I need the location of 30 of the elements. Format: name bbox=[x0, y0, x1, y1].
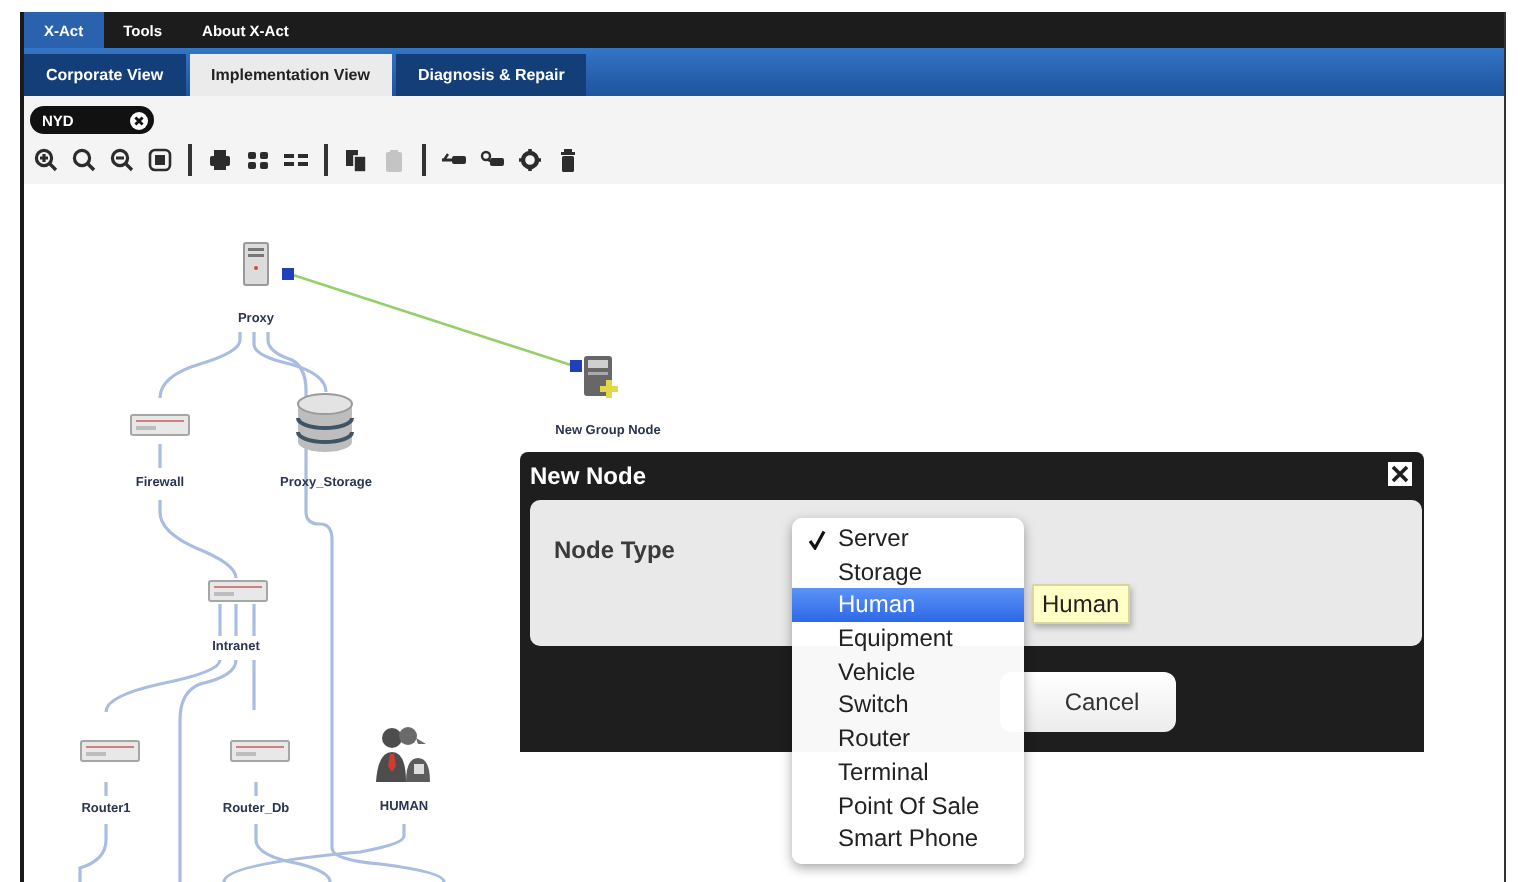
dropdown-option[interactable]: Terminal bbox=[792, 755, 1024, 789]
node-link-icon[interactable] bbox=[480, 148, 504, 172]
zoom-out-icon[interactable] bbox=[110, 148, 134, 172]
dropdown-option[interactable]: Point Of Sale bbox=[792, 789, 1024, 823]
people-icon[interactable] bbox=[376, 726, 430, 782]
fit-icon[interactable] bbox=[148, 148, 172, 172]
zoom-in-icon[interactable] bbox=[34, 148, 58, 172]
server-plus-icon[interactable] bbox=[584, 356, 620, 404]
close-icon[interactable] bbox=[130, 111, 148, 129]
dropdown-option[interactable]: Server bbox=[792, 522, 1024, 556]
list-icon[interactable] bbox=[284, 148, 308, 172]
dropdown-option[interactable]: Human bbox=[792, 588, 1024, 623]
dropdown-option[interactable]: Equipment bbox=[792, 622, 1024, 656]
tooltip: Human bbox=[1032, 584, 1130, 624]
tab[interactable]: Diagnosis & Repair bbox=[395, 54, 587, 96]
copy-icon[interactable] bbox=[344, 148, 368, 172]
dialog-title: New Node bbox=[530, 460, 647, 494]
field-label: Node Type bbox=[554, 536, 675, 564]
trash-icon[interactable] bbox=[556, 148, 580, 172]
settings-icon[interactable] bbox=[518, 148, 542, 172]
print-icon[interactable] bbox=[208, 148, 232, 172]
tab[interactable]: Corporate View bbox=[24, 54, 186, 96]
search-icon[interactable] bbox=[72, 148, 96, 172]
tab[interactable]: Implementation View bbox=[189, 54, 392, 96]
dropdown-option[interactable]: Storage bbox=[792, 555, 1024, 589]
close-icon[interactable] bbox=[1388, 462, 1412, 486]
dropdown-option[interactable]: Smart Phone bbox=[792, 822, 1024, 856]
database-icon[interactable] bbox=[294, 392, 356, 454]
grid-icon[interactable] bbox=[246, 148, 270, 172]
server-icon[interactable] bbox=[242, 242, 270, 286]
